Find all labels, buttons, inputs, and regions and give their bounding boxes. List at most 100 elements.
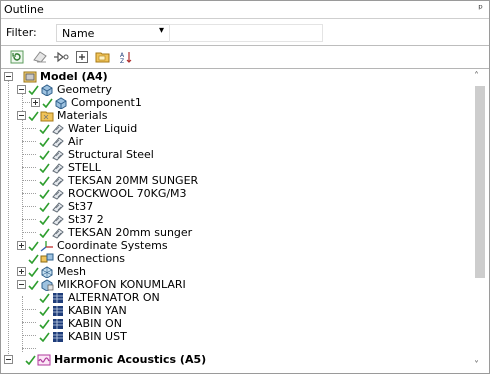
material-icon <box>52 162 64 174</box>
collapse-icon[interactable] <box>4 355 13 364</box>
tree-node-label: Coordinate Systems <box>57 238 168 252</box>
tree-node-material[interactable]: TEKSAN 20MM SUNGER <box>39 174 198 187</box>
check-icon <box>39 228 50 238</box>
tree-node-label: KABIN UST <box>68 329 127 343</box>
sort-icon: A Z <box>120 52 132 64</box>
coordinate-axes-icon <box>40 240 53 252</box>
material-icon <box>52 136 64 148</box>
tree-node-label: Connections <box>57 251 125 265</box>
filter-dropdown[interactable]: Name ▾ <box>56 24 170 42</box>
tree-node-coordinate-systems[interactable]: Coordinate Systems <box>17 239 168 252</box>
check-icon <box>39 150 50 160</box>
tree-guide-line <box>22 206 36 207</box>
filter-search-input[interactable] <box>169 24 323 42</box>
scroll-down-icon[interactable]: ˅ <box>474 360 479 371</box>
tree-guide-line <box>22 128 36 129</box>
clear-filter-button[interactable] <box>32 49 48 65</box>
collapse-icon[interactable] <box>17 111 26 120</box>
tree-guide-line <box>22 335 36 336</box>
material-icon <box>52 201 64 213</box>
tree-node-component[interactable]: Component1 <box>31 96 142 109</box>
collapse-icon[interactable] <box>17 85 26 94</box>
harmonic-analysis-icon <box>37 354 51 365</box>
expand-all-icon <box>76 51 88 63</box>
tree-node-material[interactable]: TEKSAN 20mm sunger <box>39 226 192 239</box>
pin-icon[interactable]: ᵖ <box>478 2 483 15</box>
material-icon <box>52 188 64 200</box>
tree-node-material[interactable]: St37 2 <box>39 213 104 226</box>
tree-guide-line <box>22 180 36 181</box>
check-icon <box>39 163 50 173</box>
expand-icon[interactable] <box>31 98 40 107</box>
expand-icon[interactable] <box>17 267 26 276</box>
collapse-icon[interactable] <box>17 280 26 289</box>
tree-node-label: Harmonic Acoustics (A5) <box>54 352 207 366</box>
material-icon <box>52 175 64 187</box>
check-icon <box>39 124 50 134</box>
material-icon <box>52 227 64 239</box>
check-icon <box>42 98 53 108</box>
panel-title: Outline <box>4 3 44 16</box>
tree-node-materials[interactable]: Materials <box>17 109 107 122</box>
tree-node-selection[interactable]: KABIN UST <box>39 330 127 343</box>
tree-node-label: St37 <box>68 199 94 213</box>
mesh-icon <box>41 265 53 278</box>
expand-all-button[interactable] <box>74 49 90 65</box>
connect-button[interactable] <box>53 49 69 65</box>
model-icon <box>23 71 37 82</box>
table-icon <box>53 318 63 329</box>
check-icon <box>28 254 39 264</box>
check-icon <box>39 202 50 212</box>
tree-node-label: KABIN YAN <box>68 303 127 317</box>
tree-node-named-selections[interactable]: MIKROFON KONUMLARI <box>17 278 186 291</box>
folder-button[interactable] <box>95 49 111 65</box>
check-icon <box>39 215 50 225</box>
outline-panel: Outline ᵖ Filter: Name ▾ A Z Model (A4) … <box>0 0 490 374</box>
check-icon <box>28 280 39 290</box>
clear-filter-icon <box>33 51 47 63</box>
refresh-button[interactable] <box>9 49 25 65</box>
tree-node-material[interactable]: Structural Steel <box>39 148 154 161</box>
tree-node-label: STELL <box>68 160 101 174</box>
tree-node-selection[interactable]: KABIN YAN <box>39 304 127 317</box>
tree-guide-line <box>22 309 36 310</box>
expand-icon[interactable] <box>17 241 26 250</box>
check-icon <box>39 319 50 329</box>
tree-node-material[interactable]: St37 <box>39 200 93 213</box>
tree-node-material[interactable]: STELL <box>39 161 101 174</box>
material-icon <box>52 123 64 135</box>
scrollbar-thumb[interactable] <box>475 86 485 278</box>
scroll-up-icon[interactable]: ˄ <box>474 71 479 82</box>
tree-node-label: Structural Steel <box>68 147 154 161</box>
tree-guide-line <box>22 296 23 352</box>
tree-node-model[interactable]: Model (A4) <box>4 70 108 83</box>
tree-node-material[interactable]: Water Liquid <box>39 122 137 135</box>
tree-guide-line <box>22 154 36 155</box>
check-icon <box>39 332 50 342</box>
tree-node-label: Materials <box>57 108 108 122</box>
filter-dropdown-value: Name <box>62 27 95 40</box>
tree-node-material[interactable]: ROCKWOOL 70KG/M3 <box>39 187 187 200</box>
tree-node-material[interactable]: Air <box>39 135 83 148</box>
collapse-icon[interactable] <box>4 72 13 81</box>
tree-node-connections[interactable]: Connections <box>28 252 125 265</box>
check-icon <box>39 176 50 186</box>
tree-node-label: Model (A4) <box>40 69 108 83</box>
tree-guide-line <box>22 322 36 323</box>
tree-node-harmonic-acoustics[interactable]: Harmonic Acoustics (A5) <box>4 353 206 366</box>
tree-node-mesh[interactable]: Mesh <box>17 265 86 278</box>
tree-node-label: Air <box>68 134 84 148</box>
connections-icon <box>40 253 54 262</box>
table-icon <box>53 292 63 303</box>
vertical-scrollbar[interactable]: ˄ ˅ <box>471 69 489 373</box>
tree-node-geometry[interactable]: Geometry <box>17 83 112 96</box>
tree-node-selection[interactable]: ALTERNATOR ON <box>39 291 160 304</box>
sort-button[interactable]: A Z <box>118 49 134 65</box>
tree-node-label: St37 2 <box>68 212 104 226</box>
tree-guide-line <box>8 76 9 356</box>
tree-node-selection[interactable]: KABIN ON <box>39 317 122 330</box>
tree-guide-line <box>22 141 36 142</box>
refresh-icon <box>10 50 24 64</box>
material-icon <box>52 149 64 161</box>
check-icon <box>25 355 36 365</box>
